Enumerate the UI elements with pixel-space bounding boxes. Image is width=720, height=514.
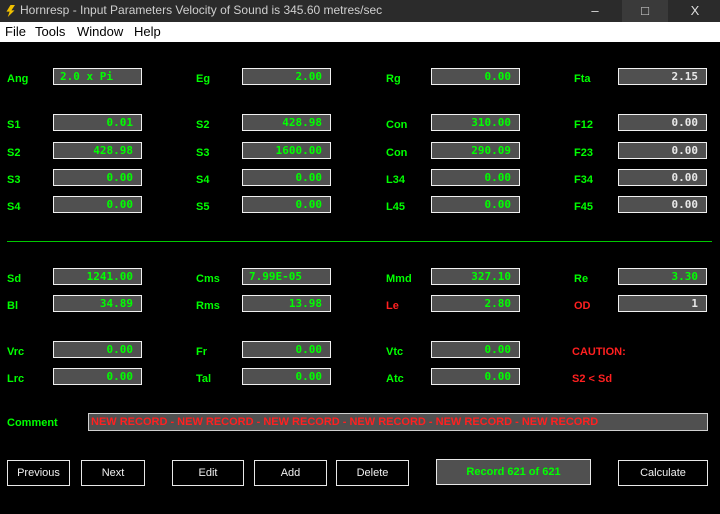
field-s2[interactable]: 428.98 <box>242 114 331 131</box>
field-f34[interactable]: 0.00 <box>618 169 707 186</box>
previous-button[interactable]: Previous <box>7 460 70 486</box>
label-s4-seg4: S4 <box>7 201 21 213</box>
label-od: OD <box>574 300 591 312</box>
field-vtc[interactable]: 0.00 <box>431 341 520 358</box>
label-atc: Atc <box>386 373 404 385</box>
menu-window[interactable]: Window <box>77 24 123 39</box>
field-l45[interactable]: 0.00 <box>431 196 520 213</box>
field-ang[interactable]: 2.0 x Pi <box>53 68 142 85</box>
field-atc[interactable]: 0.00 <box>431 368 520 385</box>
window-title: Hornresp - Input Parameters Velocity of … <box>20 3 383 17</box>
label-tal: Tal <box>196 373 212 385</box>
input-parameters-panel: Ang 2.0 x Pi Eg 2.00 Rg 0.00 Fta 2.15 S1… <box>0 42 720 514</box>
menu-bar: File Tools Window Help <box>0 22 720 42</box>
field-con-12[interactable]: 310.00 <box>431 114 520 131</box>
field-le[interactable]: 2.80 <box>431 295 520 312</box>
label-comment: Comment <box>7 417 58 429</box>
field-fta[interactable]: 2.15 <box>618 68 707 85</box>
field-s5[interactable]: 0.00 <box>242 196 331 213</box>
calculate-button[interactable]: Calculate <box>618 460 708 486</box>
menu-file[interactable]: File <box>5 24 26 39</box>
field-f45[interactable]: 0.00 <box>618 196 707 213</box>
field-con-23[interactable]: 290.09 <box>431 142 520 159</box>
field-f12[interactable]: 0.00 <box>618 114 707 131</box>
field-s4[interactable]: 0.00 <box>242 169 331 186</box>
label-s2: S2 <box>196 119 210 131</box>
label-lrc: Lrc <box>7 373 25 385</box>
field-s3[interactable]: 1600.00 <box>242 142 331 159</box>
field-mmd[interactable]: 327.10 <box>431 268 520 285</box>
title-bar: Hornresp - Input Parameters Velocity of … <box>0 0 720 22</box>
section-divider <box>7 241 712 242</box>
minimize-button[interactable]: – <box>572 0 618 22</box>
field-tal[interactable]: 0.00 <box>242 368 331 385</box>
field-cms[interactable]: 7.99E-05 <box>242 268 331 285</box>
label-vtc: Vtc <box>386 346 404 358</box>
close-button[interactable]: X <box>672 0 718 22</box>
field-od[interactable]: 1 <box>618 295 707 312</box>
label-bl: Bl <box>7 300 18 312</box>
label-re: Re <box>574 273 589 285</box>
record-status: Record 621 of 621 <box>436 459 591 485</box>
menu-help[interactable]: Help <box>134 24 161 39</box>
label-s3: S3 <box>196 147 210 159</box>
label-f12: F12 <box>574 119 593 131</box>
label-f34: F34 <box>574 174 593 186</box>
next-button[interactable]: Next <box>81 460 145 486</box>
label-rg: Rg <box>386 73 401 85</box>
label-f45: F45 <box>574 201 593 213</box>
field-eg[interactable]: 2.00 <box>242 68 331 85</box>
field-f23[interactable]: 0.00 <box>618 142 707 159</box>
label-con-23: Con <box>386 147 408 159</box>
label-cms: Cms <box>196 273 220 285</box>
field-vrc[interactable]: 0.00 <box>53 341 142 358</box>
field-s1[interactable]: 0.01 <box>53 114 142 131</box>
label-s3-seg3: S3 <box>7 174 21 186</box>
field-lrc[interactable]: 0.00 <box>53 368 142 385</box>
delete-button[interactable]: Delete <box>336 460 409 486</box>
caution-title: CAUTION: <box>572 346 626 358</box>
label-f23: F23 <box>574 147 593 159</box>
label-rms: Rms <box>196 300 220 312</box>
label-con-12: Con <box>386 119 408 131</box>
hornresp-logo-icon <box>6 5 15 17</box>
label-ang: Ang <box>7 73 29 85</box>
label-le: Le <box>386 300 399 312</box>
label-s4: S4 <box>196 174 210 186</box>
label-fta: Fta <box>574 73 591 85</box>
field-s3-seg3[interactable]: 0.00 <box>53 169 142 186</box>
label-s2-seg2: S2 <box>7 147 21 159</box>
label-s5: S5 <box>196 201 210 213</box>
label-fr: Fr <box>196 346 207 358</box>
field-s2-seg2[interactable]: 428.98 <box>53 142 142 159</box>
label-sd: Sd <box>7 273 22 285</box>
menu-tools[interactable]: Tools <box>35 24 65 39</box>
add-button[interactable]: Add <box>254 460 327 486</box>
field-rms[interactable]: 13.98 <box>242 295 331 312</box>
caution-message: S2 < Sd <box>572 373 613 385</box>
field-rg[interactable]: 0.00 <box>431 68 520 85</box>
comment-field[interactable]: NEW RECORD - NEW RECORD - NEW RECORD - N… <box>88 413 708 431</box>
label-s1: S1 <box>7 119 21 131</box>
field-l34[interactable]: 0.00 <box>431 169 520 186</box>
label-mmd: Mmd <box>386 273 412 285</box>
maximize-button[interactable]: □ <box>622 0 668 22</box>
label-l45: L45 <box>386 201 405 213</box>
label-vrc: Vrc <box>7 346 25 358</box>
field-fr[interactable]: 0.00 <box>242 341 331 358</box>
field-bl[interactable]: 34.89 <box>53 295 142 312</box>
edit-button[interactable]: Edit <box>172 460 244 486</box>
label-l34: L34 <box>386 174 405 186</box>
label-eg: Eg <box>196 73 211 85</box>
field-re[interactable]: 3.30 <box>618 268 707 285</box>
field-sd[interactable]: 1241.00 <box>53 268 142 285</box>
field-s4-seg4[interactable]: 0.00 <box>53 196 142 213</box>
